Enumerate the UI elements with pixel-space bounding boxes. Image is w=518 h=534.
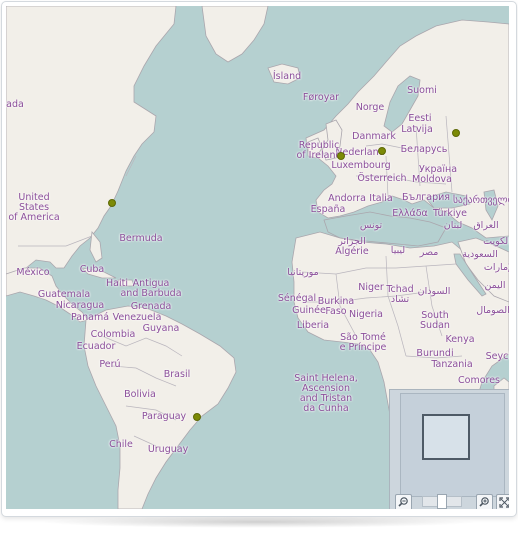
- zoom-in-button[interactable]: [476, 494, 493, 509]
- fullscreen-button[interactable]: [496, 494, 509, 509]
- zoom-in-icon: [479, 497, 489, 507]
- marker-new-york[interactable]: [108, 199, 116, 207]
- overview-viewport-rectangle[interactable]: [422, 414, 470, 460]
- zoom-out-icon: [398, 497, 408, 507]
- marker-berlin[interactable]: [378, 147, 386, 155]
- frame-shadow: [40, 516, 478, 528]
- hispaniola: [117, 279, 135, 287]
- overview-map[interactable]: [400, 393, 505, 497]
- zoom-slider[interactable]: [422, 494, 462, 509]
- map-viewport[interactable]: Ísland Føroyar Norge Suomi Eesti Latvija…: [6, 6, 509, 509]
- marker-sao-paulo[interactable]: [193, 413, 201, 421]
- fullscreen-icon: [499, 497, 509, 508]
- marker-dublin[interactable]: [337, 152, 345, 160]
- overview-panel: [389, 389, 509, 509]
- zoom-out-button[interactable]: [395, 494, 412, 509]
- marker-moscow[interactable]: [452, 129, 460, 137]
- zoom-slider-thumb[interactable]: [437, 494, 447, 509]
